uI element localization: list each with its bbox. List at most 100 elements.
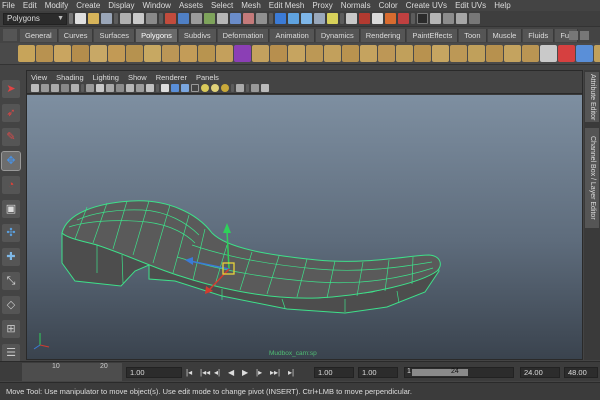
current-frame-field[interactable]: 1.00 bbox=[126, 367, 182, 378]
tab-polygons[interactable]: Polygons bbox=[136, 29, 178, 42]
range-start-field[interactable]: 1.00 bbox=[314, 367, 354, 378]
step-forward-key-icon[interactable]: ▸▸| bbox=[270, 368, 280, 377]
shelf-menu-icon[interactable] bbox=[3, 29, 17, 41]
xray-icon[interactable] bbox=[251, 84, 259, 92]
tab-general[interactable]: General bbox=[20, 29, 58, 42]
textured-icon[interactable] bbox=[191, 84, 199, 92]
separate-icon[interactable] bbox=[216, 45, 233, 62]
menu-assets[interactable]: Assets bbox=[179, 0, 203, 11]
channel-box-tab[interactable]: Channel Box / Layer Editor bbox=[585, 128, 599, 228]
gate-mask-icon[interactable] bbox=[116, 84, 124, 92]
four-view-layout-icon[interactable]: ⊞ bbox=[2, 320, 20, 338]
layout-icon[interactable] bbox=[469, 13, 480, 24]
menu-modify[interactable]: Modify bbox=[45, 0, 69, 11]
tab-curves[interactable]: Curves bbox=[58, 29, 94, 42]
menu-window[interactable]: Window bbox=[143, 0, 171, 11]
paint-select-tool-icon[interactable]: ✎ bbox=[2, 128, 20, 146]
play-backwards-icon[interactable]: ◀ bbox=[228, 368, 234, 377]
cylindrical-mapping-icon[interactable] bbox=[594, 45, 600, 62]
select-component-icon[interactable] bbox=[146, 13, 157, 24]
poly-plane-icon[interactable] bbox=[90, 45, 107, 62]
split-polygon-icon[interactable] bbox=[450, 45, 467, 62]
construction-history-icon[interactable] bbox=[359, 13, 370, 24]
outliner-layout-icon[interactable]: ☰ bbox=[2, 344, 20, 362]
snap-grid-icon[interactable] bbox=[275, 13, 286, 24]
show-hide-tool-settings-icon[interactable] bbox=[443, 13, 454, 24]
cut-faces-icon[interactable] bbox=[540, 45, 557, 62]
use-all-lights-icon[interactable] bbox=[201, 84, 209, 92]
make-live-icon[interactable] bbox=[327, 13, 338, 24]
range-slider-handle[interactable] bbox=[412, 369, 468, 376]
resolution-gate-icon[interactable] bbox=[106, 84, 114, 92]
select-curves-icon[interactable] bbox=[191, 13, 202, 24]
reduce-icon[interactable] bbox=[360, 45, 377, 62]
menu-help[interactable]: Help bbox=[494, 0, 510, 11]
snap-view-plane-icon[interactable] bbox=[314, 13, 325, 24]
attribute-editor-tab[interactable]: Attribute Editor bbox=[585, 72, 599, 122]
panel-menu-show[interactable]: Show bbox=[128, 73, 147, 82]
select-deformations-icon[interactable] bbox=[217, 13, 228, 24]
render-settings-icon[interactable] bbox=[398, 13, 409, 24]
menu-edit-uvs[interactable]: Edit UVs bbox=[455, 0, 486, 11]
go-to-start-icon[interactable]: |◂ bbox=[186, 368, 192, 377]
poly-torus-icon[interactable] bbox=[108, 45, 125, 62]
smooth-icon[interactable] bbox=[270, 45, 287, 62]
quadrangulate-icon[interactable] bbox=[396, 45, 413, 62]
shelf-scroll-right-icon[interactable] bbox=[580, 31, 589, 40]
menu-edit[interactable]: Edit bbox=[23, 0, 37, 11]
film-gate-icon[interactable] bbox=[96, 84, 104, 92]
insert-edge-loop-icon[interactable] bbox=[468, 45, 485, 62]
panel-menu-lighting[interactable]: Lighting bbox=[93, 73, 119, 82]
combine-icon[interactable] bbox=[198, 45, 215, 62]
camera-icon[interactable] bbox=[31, 84, 39, 92]
play-forwards-icon[interactable]: ▶ bbox=[242, 368, 248, 377]
go-to-end-icon[interactable]: ▸| bbox=[288, 368, 294, 377]
tab-subdivs[interactable]: Subdivs bbox=[178, 29, 217, 42]
tab-animation[interactable]: Animation bbox=[270, 29, 315, 42]
menu-create-uvs[interactable]: Create UVs bbox=[406, 0, 447, 11]
move-tool-icon[interactable]: ✥ bbox=[1, 151, 21, 171]
extrude-icon[interactable] bbox=[414, 45, 431, 62]
playback-start-field[interactable]: 1.00 bbox=[358, 367, 398, 378]
poly-sphere-icon[interactable] bbox=[18, 45, 35, 62]
poly-cube-icon[interactable] bbox=[36, 45, 53, 62]
step-back-key-icon[interactable]: |◂◂ bbox=[200, 368, 210, 377]
merge-icon[interactable] bbox=[432, 45, 449, 62]
menu-mesh[interactable]: Mesh bbox=[241, 0, 261, 11]
panel-menu-renderer[interactable]: Renderer bbox=[156, 73, 187, 82]
scale-tool-icon[interactable]: ▣ bbox=[2, 200, 20, 218]
select-object-icon[interactable] bbox=[133, 13, 144, 24]
safe-title-icon[interactable] bbox=[146, 84, 154, 92]
average-vertices-icon[interactable] bbox=[288, 45, 305, 62]
menu-select[interactable]: Select bbox=[211, 0, 233, 11]
step-back-frame-icon[interactable]: ◂| bbox=[214, 368, 220, 377]
slide-edge-icon[interactable] bbox=[504, 45, 521, 62]
poly-pipe-icon[interactable] bbox=[144, 45, 161, 62]
triangulate-icon[interactable] bbox=[378, 45, 395, 62]
wireframe-on-shaded-icon[interactable] bbox=[181, 84, 189, 92]
tab-dynamics[interactable]: Dynamics bbox=[315, 29, 360, 42]
input-line-icon[interactable] bbox=[417, 13, 428, 24]
menu-edit-mesh[interactable]: Edit Mesh bbox=[269, 0, 305, 11]
render-current-frame-icon[interactable] bbox=[372, 13, 383, 24]
show-manipulator-icon[interactable]: ⤡ bbox=[2, 272, 20, 290]
select-rendering-icon[interactable] bbox=[243, 13, 254, 24]
select-surfaces-icon[interactable] bbox=[204, 13, 215, 24]
step-forward-frame-icon[interactable]: |▸ bbox=[256, 368, 262, 377]
xray-joints-icon[interactable] bbox=[261, 84, 269, 92]
poly-pyramid-icon[interactable] bbox=[126, 45, 143, 62]
isolate-select-icon[interactable] bbox=[236, 84, 244, 92]
panel-menu-view[interactable]: View bbox=[31, 73, 47, 82]
soft-modification-icon[interactable]: ✚ bbox=[2, 248, 20, 266]
tab-muscle[interactable]: Muscle bbox=[487, 29, 523, 42]
camera-attributes-icon[interactable] bbox=[41, 84, 49, 92]
tab-fluids[interactable]: Fluids bbox=[523, 29, 555, 42]
menu-set-dropdown[interactable]: Polygons ▼ bbox=[3, 12, 67, 25]
menu-proxy[interactable]: Proxy bbox=[312, 0, 332, 11]
panel-menu-panels[interactable]: Panels bbox=[196, 73, 219, 82]
menu-normals[interactable]: Normals bbox=[341, 0, 371, 11]
uv-editor-icon[interactable] bbox=[558, 45, 575, 62]
history-icon[interactable] bbox=[346, 13, 357, 24]
two-d-pan-zoom-icon[interactable] bbox=[71, 84, 79, 92]
menu-color[interactable]: Color bbox=[379, 0, 398, 11]
